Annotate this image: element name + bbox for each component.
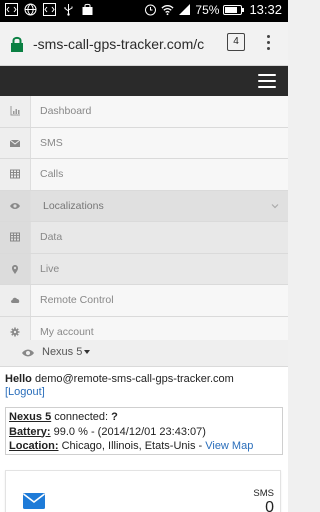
browser-toolbar: -sms-call-gps-tracker.com/c 4 [0,22,288,66]
menu-item-label: My account [40,325,94,338]
menu-item-sms[interactable]: SMS [0,127,288,159]
chevron-down-icon[interactable] [271,202,279,210]
location-line: Location: Chicago, Illinois, Etats-Unis … [9,439,279,454]
code-icon [43,3,56,16]
sms-stat-card[interactable]: SMS 0 [5,470,281,512]
envelope-icon [23,493,45,509]
device-info-box: Nexus 5 connected: ? Battery: 99.0 % - (… [5,407,283,455]
logout-link[interactable]: [Logout] [5,386,45,398]
connection-line: Nexus 5 connected: ? [9,410,279,425]
caret-down-icon [84,350,91,355]
code-icon [5,3,18,16]
lock-icon [11,36,23,52]
menu-item-data[interactable]: Data [0,222,288,254]
table-icon [0,159,31,190]
menu-item-label: Calls [40,168,64,180]
sms-card-title: SMS [253,488,274,499]
shopping-bag-icon [82,3,93,15]
notification-icons [5,3,94,16]
menu-item-label: Remote Control [40,294,114,306]
user-email: demo@remote-sms-call-gps-tracker.com [34,373,234,385]
menu-item-dashboard[interactable]: Dashboard [0,96,288,128]
menu-item-label: Dashboard [40,105,92,117]
sidebar-menu: Dashboard SMS Calls Localizations Data L… [0,96,288,348]
connected-value: ? [111,411,118,423]
device-dropdown[interactable]: Nexus 5 [42,346,91,358]
battery-percent: 75% [195,2,220,17]
system-icons: 75% 13:32 [144,2,282,17]
menu-item-live[interactable]: Live [0,253,288,285]
menu-item-calls[interactable]: Calls [0,159,288,191]
menu-item-label: Localizations [43,199,104,212]
cloud-icon [0,285,31,316]
menu-item-label: Live [40,262,60,275]
greeting: Hello demo@remote-sms-call-gps-tracker.c… [5,373,234,399]
address-bar[interactable]: -sms-call-gps-tracker.com/c [33,36,209,52]
menu-item-label: Data [40,231,63,243]
battery-icon [223,4,245,15]
main-content: Hello demo@remote-sms-call-gps-tracker.c… [0,367,288,512]
menu-item-label: SMS [40,136,63,149]
clock: 13:32 [249,2,282,17]
location-value: Chicago, Illinois, Etats-Unis - [61,440,203,452]
device-name-label: Nexus 5 [9,411,52,423]
eye-icon [22,349,34,357]
battery-label: Battery: [9,425,51,438]
menu-item-remote-control[interactable]: Remote Control [0,285,288,317]
battery-line: Battery: 99.0 % - (2014/12/01 23:43:07) [9,425,279,440]
connected-label: connected: [54,411,109,423]
menu-item-localizations[interactable]: Localizations [0,190,288,222]
view-map-link[interactable]: View Map [205,440,253,452]
globe-icon [24,3,37,16]
hamburger-menu-icon[interactable] [258,74,276,88]
tab-switcher-button[interactable]: 4 [227,33,245,51]
overflow-menu-icon[interactable] [263,33,273,53]
app-navbar [0,66,288,96]
device-selector[interactable]: Nexus 5 [0,340,288,367]
table-icon [0,222,31,253]
status-bar: 75% 13:32 [0,0,288,22]
location-label: Location: [9,440,59,452]
battery-level [225,6,238,13]
device-name: Nexus 5 [42,346,83,358]
envelope-icon [0,127,31,158]
sms-count: 0 [265,499,274,512]
usb-icon [64,4,73,16]
map-marker-icon [0,253,31,284]
battery-value: 99.0 % - (2014/12/01 23:43:07) [53,425,206,438]
bar-chart-icon [0,96,31,127]
eye-icon [0,190,31,221]
signal-icon [179,4,191,15]
alarm-icon [145,4,157,16]
wifi-icon [161,5,174,16]
hello-label: Hello [5,373,32,385]
